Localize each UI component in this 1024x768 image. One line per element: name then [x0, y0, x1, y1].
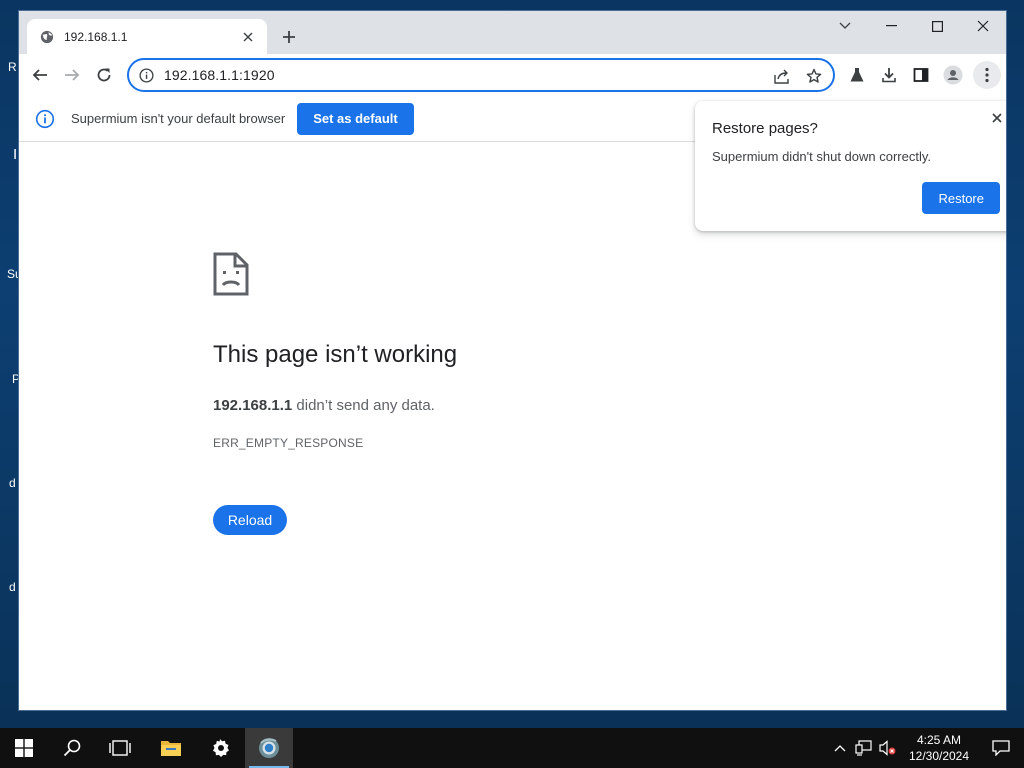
task-view-icon	[109, 740, 131, 756]
minimize-icon	[885, 25, 897, 27]
close-window-button[interactable]	[960, 11, 1006, 41]
taskbar: 4:25 AM 12/30/2024	[0, 728, 1024, 768]
menu-kebab-icon[interactable]	[973, 61, 1001, 89]
forward-button[interactable]	[60, 63, 84, 87]
download-icon[interactable]	[877, 62, 901, 88]
restore-pages-dialog: Restore pages? Supermium didn't shut dow…	[695, 101, 1006, 231]
restore-button[interactable]: Restore	[922, 182, 1000, 214]
info-icon[interactable]	[139, 67, 154, 83]
chevron-up-icon[interactable]	[828, 728, 852, 768]
close-icon[interactable]	[987, 108, 1006, 128]
share-icon[interactable]	[771, 66, 793, 86]
desktop-icon-label[interactable]: d	[9, 580, 16, 594]
error-description: 192.168.1.1 didn’t send any data.	[213, 397, 435, 414]
toolbar: 192.168.1.1:1920	[19, 54, 1006, 96]
windows-logo-icon	[15, 739, 33, 757]
info-circle-icon	[35, 109, 55, 129]
reload-button[interactable]: Reload	[213, 505, 287, 535]
network-icon[interactable]	[852, 728, 876, 768]
error-heading: This page isn’t working	[213, 341, 458, 368]
desktop-icon-label[interactable]: R	[8, 60, 17, 74]
tab-title: 192.168.1.1	[64, 29, 128, 44]
dialog-message: Supermium didn't shut down correctly.	[712, 149, 932, 164]
task-view-button[interactable]	[96, 728, 144, 768]
set-as-default-button[interactable]: Set as default	[297, 102, 414, 135]
clock-date: 12/30/2024	[908, 749, 970, 763]
maximize-icon	[931, 20, 943, 32]
folder-icon	[161, 741, 181, 756]
gear-icon	[213, 739, 229, 757]
tab-search-button[interactable]	[822, 11, 868, 41]
supermium-taskbar-button[interactable]	[245, 728, 293, 768]
address-bar[interactable]: 192.168.1.1:1920	[127, 58, 835, 92]
desktop-icon-label[interactable]: I	[13, 146, 17, 163]
start-button[interactable]	[0, 728, 48, 768]
back-arrow-icon	[32, 69, 47, 81]
labs-flask-icon[interactable]	[845, 62, 869, 88]
globe-icon	[39, 29, 55, 45]
infobar-message: Supermium isn't your default browser	[71, 111, 286, 126]
settings-button[interactable]	[196, 728, 244, 768]
clock-time: 4:25 AM	[916, 733, 962, 747]
action-center-button[interactable]	[978, 728, 1024, 768]
sad-page-icon	[213, 252, 249, 301]
forward-arrow-icon	[65, 69, 80, 81]
tab-active[interactable]: 192.168.1.1	[27, 19, 267, 54]
reload-icon	[97, 68, 111, 82]
chevron-down-icon	[839, 22, 851, 29]
volume-muted-icon[interactable]	[876, 728, 900, 768]
back-button[interactable]	[28, 63, 52, 87]
reload-toolbar-button[interactable]	[92, 63, 116, 87]
plus-icon	[283, 31, 295, 43]
taskbar-clock[interactable]: 4:25 AM 12/30/2024	[900, 732, 978, 764]
new-tab-button[interactable]	[277, 25, 301, 49]
tab-strip: 192.168.1.1	[19, 11, 1006, 54]
close-tab-icon[interactable]	[239, 28, 257, 46]
search-button[interactable]	[48, 728, 96, 768]
browser-window: 192.168.1.1 192.168.1.1:1920 Supermium i…	[18, 10, 1007, 711]
url-text[interactable]: 192.168.1.1:1920	[164, 67, 275, 83]
search-icon	[63, 739, 81, 757]
bookmark-star-icon[interactable]	[803, 66, 825, 86]
maximize-button[interactable]	[914, 11, 960, 41]
error-message: didn’t send any data.	[292, 397, 435, 414]
window-controls	[822, 11, 1006, 43]
error-host: 192.168.1.1	[213, 397, 293, 414]
system-tray: 4:25 AM 12/30/2024	[828, 728, 1024, 768]
minimize-button[interactable]	[868, 11, 914, 41]
desktop-icon-label[interactable]: d	[9, 476, 16, 490]
profile-avatar-icon[interactable]	[941, 62, 965, 88]
close-icon	[977, 20, 989, 32]
notification-icon	[992, 740, 1010, 756]
file-explorer-button[interactable]	[147, 728, 195, 768]
side-panel-icon[interactable]	[909, 62, 933, 88]
dialog-title: Restore pages?	[712, 120, 818, 137]
supermium-logo-icon	[259, 738, 279, 758]
error-code: ERR_EMPTY_RESPONSE	[213, 436, 364, 450]
